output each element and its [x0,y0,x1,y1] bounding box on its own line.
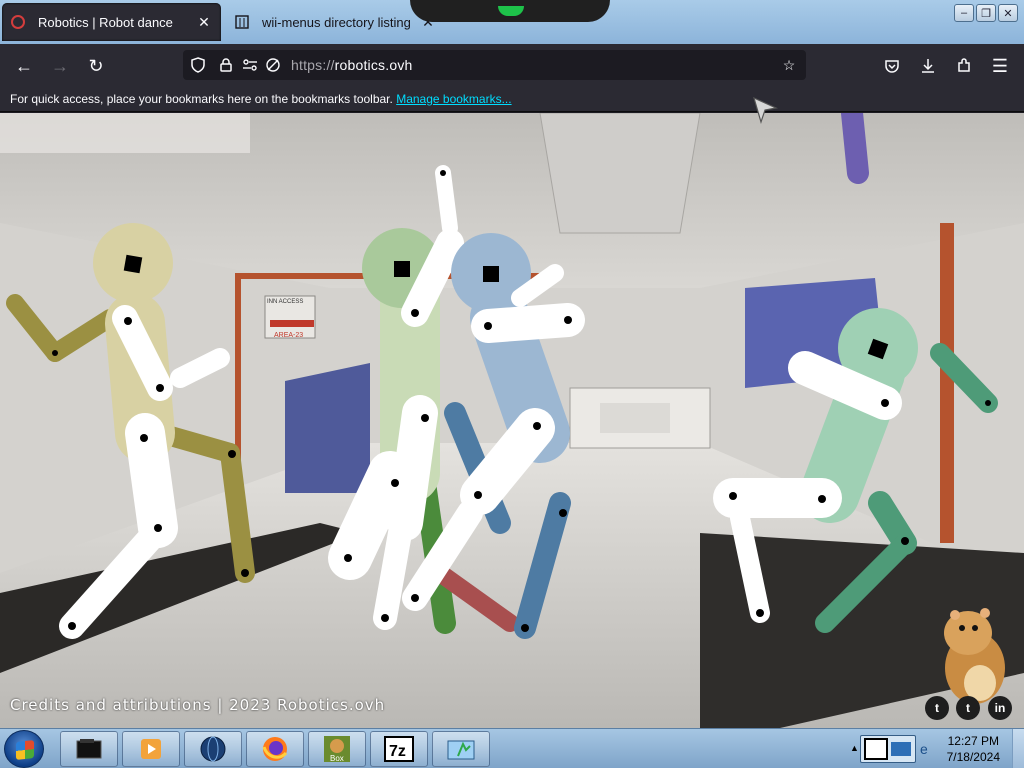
tray-apps-icon[interactable] [860,735,916,763]
lock-icon[interactable] [216,55,236,75]
tab-title: wii-menus directory listing [262,14,411,30]
system-tray: ▲ e 12:27 PM 7/18/2024 [846,729,1024,768]
back-button[interactable]: ← [10,52,38,80]
start-button[interactable] [4,730,44,768]
shield-icon[interactable] [188,55,208,75]
tray-expand-icon[interactable]: ▲ [850,743,859,753]
bookmarks-hint: For quick access, place your bookmarks h… [10,92,393,106]
sign-bottom-text: AREA-23 [274,332,303,339]
show-desktop-button[interactable] [1012,729,1024,768]
menu-icon[interactable]: ☰ [986,52,1014,80]
tumblr-icon[interactable]: t [956,696,980,720]
minimize-icon[interactable]: – [954,4,974,22]
screen: Robotics | Robot dance ✕ wii-menus direc… [0,0,1024,768]
permissions-icon[interactable] [240,55,260,75]
forward-button[interactable]: → [46,52,74,80]
restore-icon[interactable]: ❐ [976,4,996,22]
media-player-icon[interactable] [122,731,180,767]
tab-title: Robotics | Robot dance [38,14,173,30]
svg-text:7z: 7z [389,743,406,760]
dance-scene: INN ACCESS AREA-23 [0,113,1024,728]
reload-button[interactable]: ↻ [82,52,110,80]
manage-bookmarks-link[interactable]: Manage bookmarks... [396,92,511,106]
navigation-toolbar: ← → ↻ https://robotics.ovh ☆ ☰ [0,44,1024,86]
globe-icon[interactable] [184,731,242,767]
clock-time: 12:27 PM [947,734,999,748]
tab-strip: Robotics | Robot dance ✕ wii-menus direc… [0,0,1024,44]
window-controls: – ❐ ✕ [954,4,1018,22]
close-tab-icon[interactable]: ✕ [195,13,213,31]
game-box-icon[interactable]: Box [308,731,366,767]
file-manager-icon[interactable] [60,731,118,767]
close-window-icon[interactable]: ✕ [998,4,1018,22]
tracking-blocked-icon[interactable] [263,55,283,75]
firefox-icon[interactable] [246,731,304,767]
window-left [285,363,370,493]
clock-date: 7/18/2024 [946,750,1000,764]
extensions-icon[interactable] [950,52,978,80]
directory-icon [234,14,250,30]
pocket-icon[interactable] [878,52,906,80]
camera-notch [410,0,610,22]
url-bar[interactable]: https://robotics.ovh ☆ [183,50,806,80]
page-content: INN ACCESS AREA-23 Credits and attributi… [0,113,1024,728]
7zip-icon[interactable]: 7z [370,731,428,767]
url-text[interactable]: https://robotics.ovh [291,57,413,73]
app-window-icon[interactable] [432,731,490,767]
mouse-cursor [753,96,778,125]
svg-text:Box: Box [330,754,344,763]
network-icon[interactable]: e [920,741,928,757]
robot-purple-limb [841,113,869,184]
sign-top-text: INN ACCESS [267,299,303,305]
bookmark-star-icon[interactable]: ☆ [779,55,799,75]
clock[interactable]: 12:27 PM 7/18/2024 [947,733,1000,765]
robotics-favicon-icon [10,14,26,30]
taskbar: Box 7z ▲ e 12:27 PM 7/18/2024 [0,728,1024,768]
twitter-icon[interactable]: t [925,696,949,720]
linkedin-icon[interactable]: in [988,696,1012,720]
tab-robot-dance[interactable]: Robotics | Robot dance ✕ [2,3,221,41]
downloads-icon[interactable] [914,52,942,80]
credits-link[interactable]: Credits and attributions | 2023 Robotics… [10,696,385,714]
bookmarks-toolbar: For quick access, place your bookmarks h… [0,86,1024,112]
